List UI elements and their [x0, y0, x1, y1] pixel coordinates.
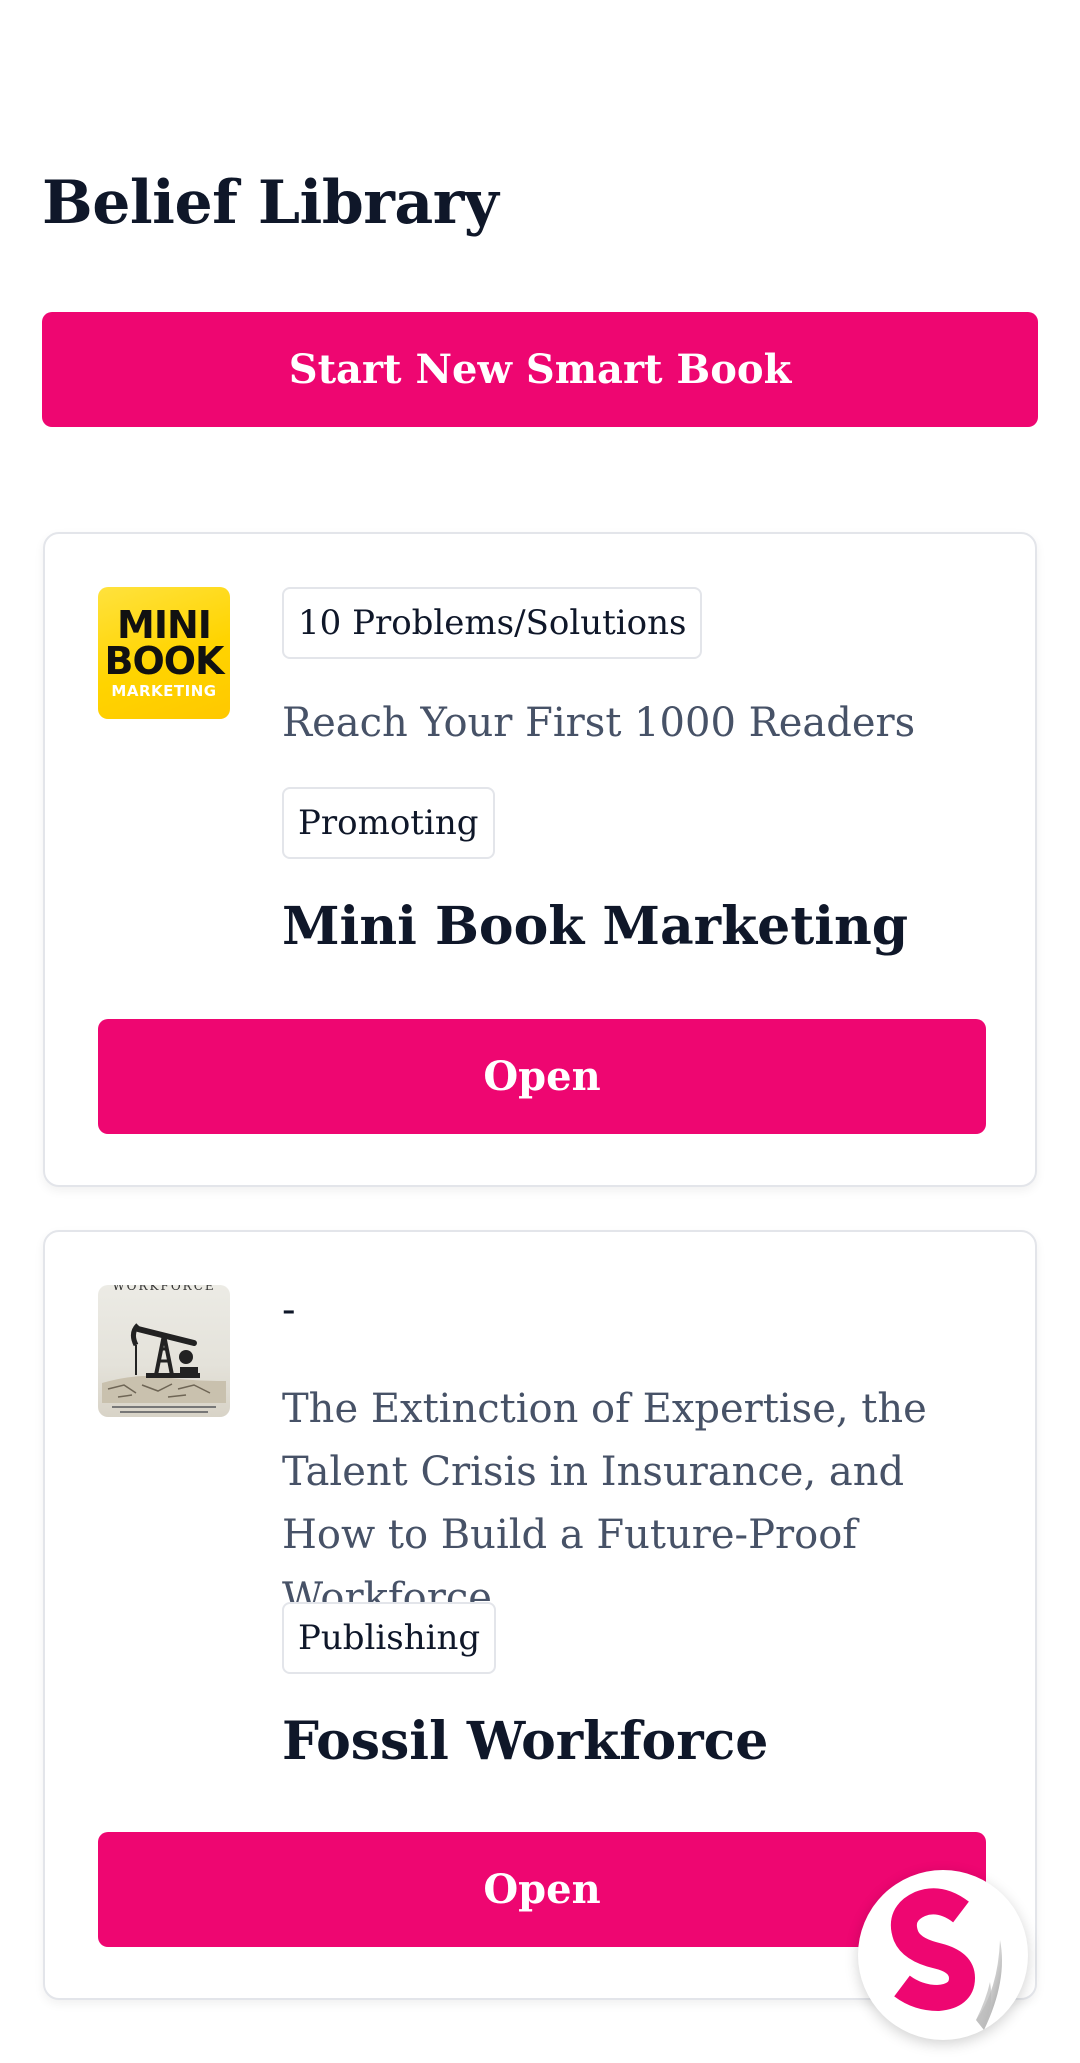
cover-text-line3: MARKETING: [111, 681, 217, 700]
book-category-wrap: 10 Problems/Solutions: [282, 587, 983, 659]
book-status-wrap: Publishing: [282, 1602, 983, 1674]
open-book-button[interactable]: Open: [98, 1832, 986, 1947]
book-cover-image[interactable]: MINI BOOK MARKETING: [98, 587, 230, 719]
floating-s-logo-button[interactable]: [858, 1870, 1028, 2040]
book-card: MINI BOOK MARKETING 10 Problems/Solution…: [43, 532, 1037, 1187]
page-title: Belief Library: [42, 168, 499, 238]
book-card: WORKFORCE - The Extinction of Expertise,…: [43, 1230, 1037, 2000]
start-new-smart-book-button[interactable]: Start New Smart Book: [42, 312, 1038, 427]
book-subtitle: The Extinction of Expertise, the Talent …: [282, 1386, 927, 1621]
book-status-chip: Publishing: [282, 1602, 497, 1674]
s-logo-icon: [890, 1888, 1002, 2030]
cover-text-line1: MINI: [117, 602, 212, 647]
book-cover-image[interactable]: WORKFORCE: [98, 1285, 230, 1417]
book-status-wrap: Promoting: [282, 787, 983, 859]
book-title: Mini Book Marketing: [282, 896, 909, 957]
book-category-chip: 10 Problems/Solutions: [282, 587, 703, 659]
open-book-button[interactable]: Open: [98, 1019, 986, 1134]
book-category: -: [282, 1287, 296, 1333]
book-subtitle: Reach Your First 1000 Readers: [282, 700, 916, 746]
page: Belief Library Start New Smart Book MINI…: [0, 0, 1080, 2063]
book-status-chip: Promoting: [282, 787, 495, 859]
book-title: Fossil Workforce: [282, 1711, 769, 1772]
cover-text-line2: BOOK: [104, 638, 224, 683]
oil-pump-icon: [102, 1323, 226, 1413]
